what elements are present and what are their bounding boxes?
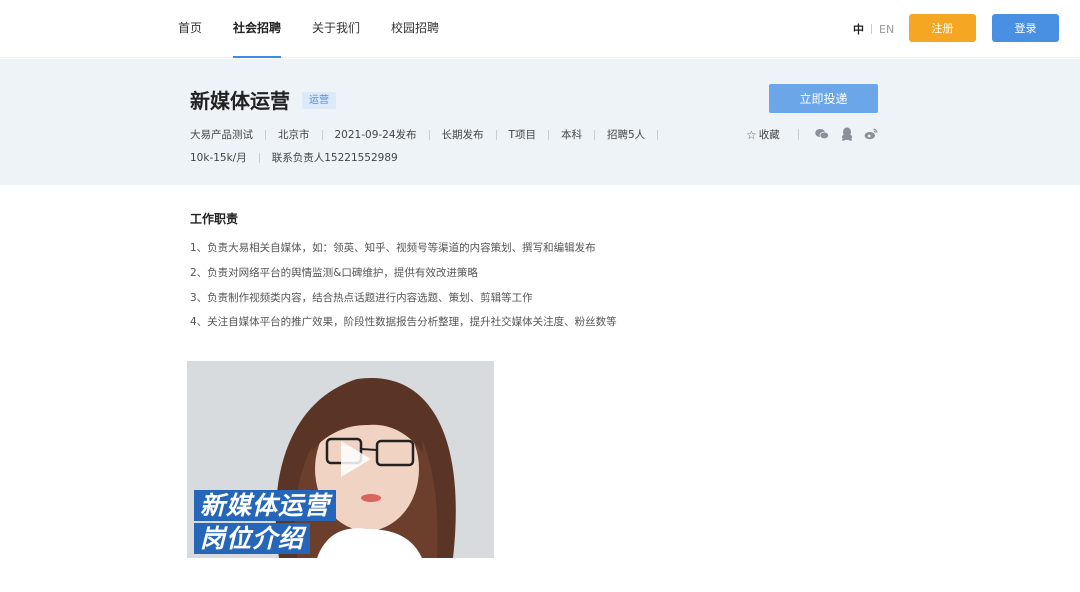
meta-divider <box>258 152 260 163</box>
job-title: 新媒体运营 <box>190 89 290 113</box>
favorite-button[interactable]: ☆ 收藏 <box>746 127 780 142</box>
video-caption-line-2: 岗位介绍 <box>194 523 311 554</box>
lang-zh-option[interactable]: 中 <box>853 21 864 37</box>
meta-project: T项目 <box>508 129 536 141</box>
video-caption-line-1: 新媒体运营 <box>194 490 337 521</box>
meta-divider <box>428 129 430 140</box>
meta-divider <box>657 129 659 140</box>
duty-item-4: 4、关注自媒体平台的推广效果，阶段性数据报告分析整理，提升社交媒体关注度、粉丝数… <box>190 316 617 328</box>
meta-publish-type: 长期发布 <box>441 129 484 141</box>
meta-divider <box>265 129 266 140</box>
job-header: 新媒体运营 运营 立即投递 大易产品测试 北京市 2021-09-24发布 长期… <box>0 59 1080 185</box>
meta-divider <box>547 129 549 140</box>
meta-divider <box>495 129 497 140</box>
top-navigation: 首页 社会招聘 关于我们 校园招聘 中 EN 注册 登录 <box>0 0 1080 58</box>
weibo-icon[interactable] <box>864 127 878 141</box>
meta-company: 大易产品测试 <box>190 129 253 141</box>
meta-city: 北京市 <box>278 129 310 141</box>
duty-item-1: 1、负责大易相关自媒体，如：领英、知乎、视频号等渠道的内容策划、撰写和编辑发布 <box>190 242 596 254</box>
favorite-label: 收藏 <box>758 129 780 141</box>
duty-item-3: 3、负责制作视频类内容，结合热点话题进行内容选题、策划、剪辑等工作 <box>190 292 533 304</box>
nav-link-social-recruitment[interactable]: 社会招聘 <box>233 0 282 58</box>
apply-now-button[interactable]: 立即投递 <box>769 84 878 113</box>
login-button[interactable]: 登录 <box>992 14 1059 42</box>
section-title-responsibilities: 工作职责 <box>190 212 239 226</box>
nav-link-about-us[interactable]: 关于我们 <box>312 0 360 58</box>
duty-item-2: 2、负责对网络平台的舆情监测&口碑维护，提供有效改进策略 <box>190 267 478 279</box>
lang-en-option[interactable]: EN <box>879 23 894 36</box>
job-meta-row-2: 10k-15k/月 联系负责人15221552989 <box>190 150 398 165</box>
meta-salary: 10k-15k/月 <box>190 152 247 164</box>
wechat-icon[interactable] <box>815 127 829 141</box>
lang-divider <box>871 24 872 34</box>
meta-publish-date: 2021-09-24发布 <box>334 129 417 141</box>
share-divider <box>798 129 799 140</box>
meta-contact: 联系负责人15221552989 <box>271 152 398 164</box>
meta-education: 本科 <box>560 129 582 141</box>
nav-link-home[interactable]: 首页 <box>178 0 202 58</box>
play-icon[interactable] <box>331 437 375 481</box>
nav-links: 首页 社会招聘 关于我们 校园招聘 <box>178 0 470 58</box>
job-category-tag: 运营 <box>302 92 336 109</box>
language-switcher: 中 EN <box>853 21 894 37</box>
intro-video-player[interactable]: 新媒体运营 岗位介绍 <box>187 361 494 558</box>
star-icon: ☆ <box>746 127 757 142</box>
meta-divider <box>593 129 595 140</box>
job-meta-row-1: 大易产品测试 北京市 2021-09-24发布 长期发布 T项目 本科 招聘5人 <box>190 127 670 142</box>
meta-headcount: 招聘5人 <box>606 129 646 141</box>
register-button[interactable]: 注册 <box>909 14 976 42</box>
nav-link-campus-recruitment[interactable]: 校园招聘 <box>391 0 439 58</box>
qq-icon[interactable] <box>840 127 854 141</box>
meta-divider <box>321 129 323 140</box>
